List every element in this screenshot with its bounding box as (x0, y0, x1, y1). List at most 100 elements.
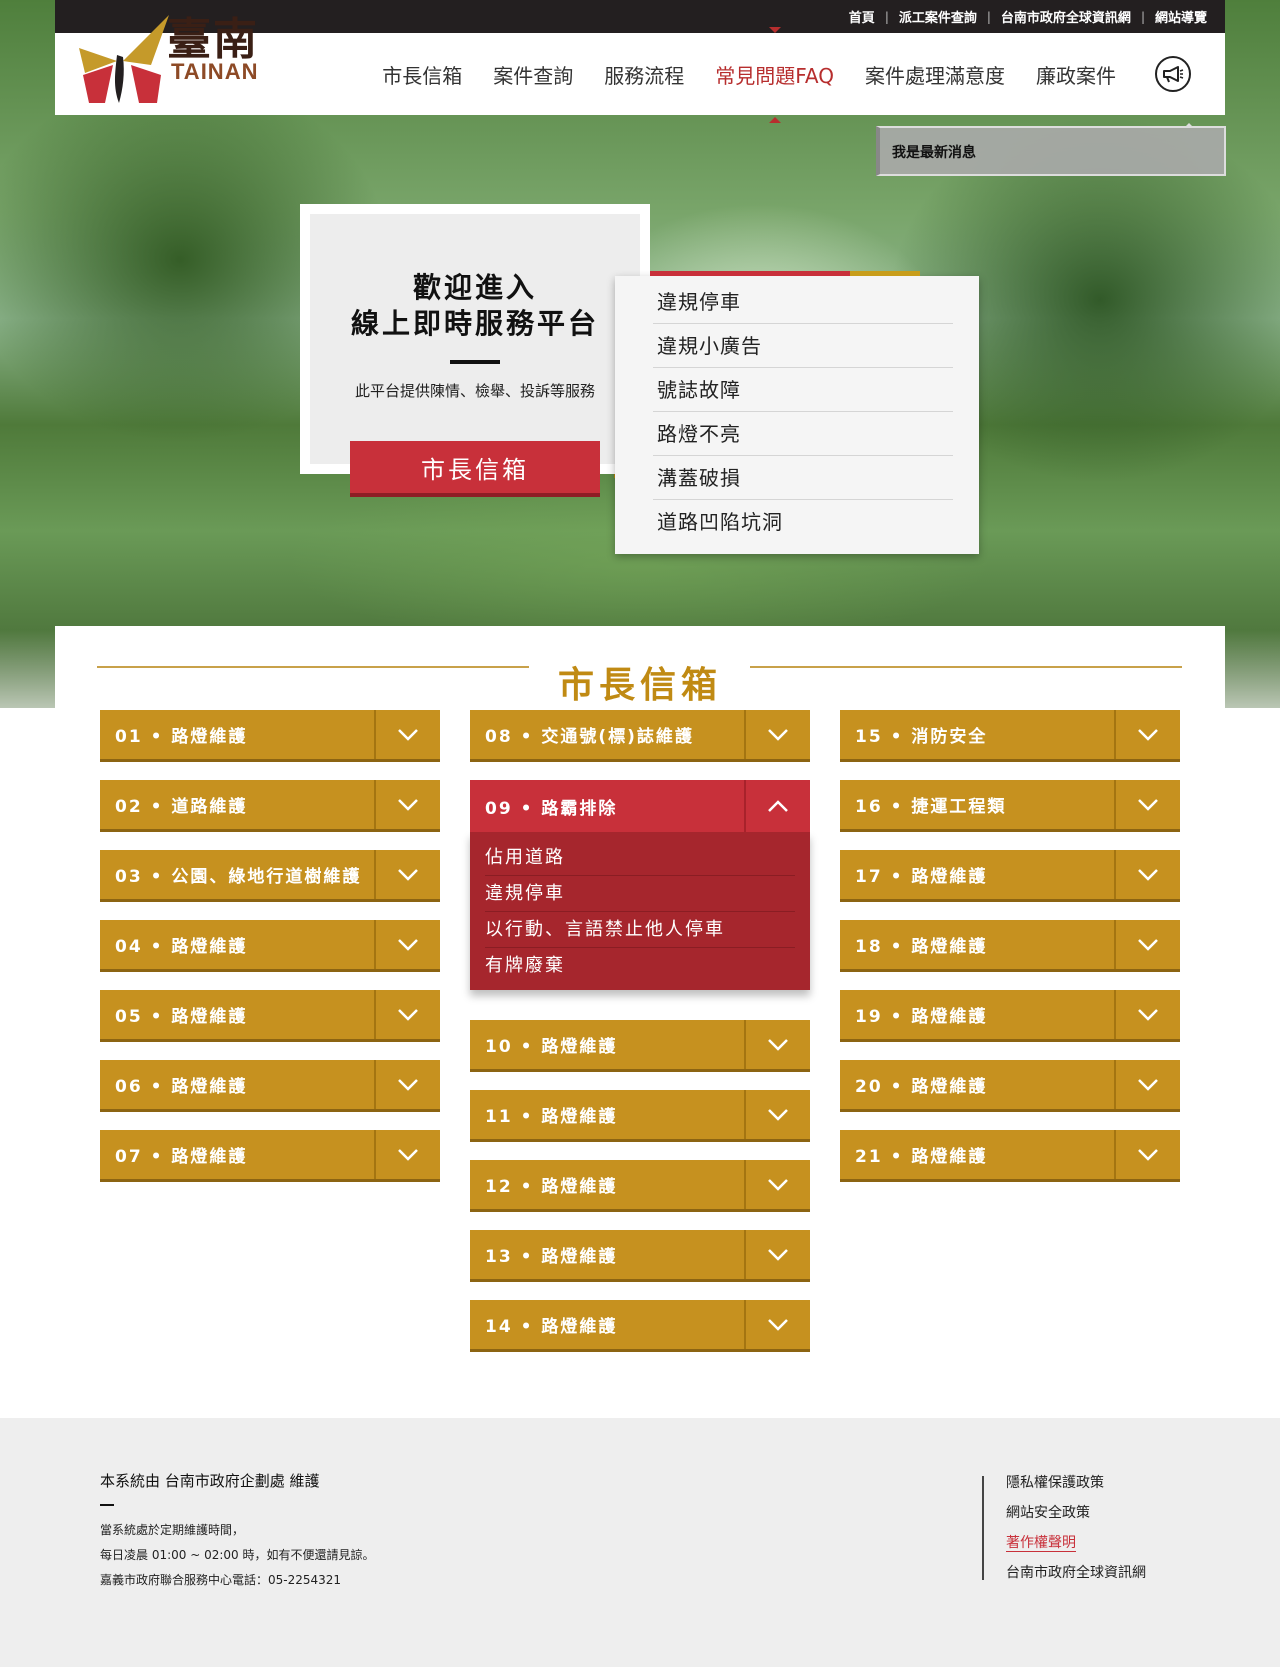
quick-links-panel: 違規停車 違規小廣告 號誌故障 路燈不亮 溝蓋破損 道路凹陷坑洞 (615, 276, 979, 554)
nav-item-integrity-cases[interactable]: 廉政案件 (1036, 60, 1116, 89)
category-label: 04 • 路燈維護 (115, 937, 248, 957)
chevron-down-icon[interactable] (374, 850, 440, 899)
category-label: 07 • 路燈維護 (115, 1147, 248, 1167)
category-accordion[interactable]: 13 • 路燈維護 (470, 1230, 810, 1282)
chevron-down-icon[interactable] (374, 990, 440, 1039)
category-accordion[interactable]: 09 • 路霸排除 (470, 780, 810, 832)
chevron-down-icon[interactable] (1114, 1130, 1180, 1179)
footer-link-privacy[interactable]: 隱私權保護政策 (1006, 1468, 1146, 1498)
category-accordion[interactable]: 06 • 路燈維護 (100, 1060, 440, 1112)
tainan-logo[interactable]: 臺南 TAINAN (69, 3, 259, 113)
nav-item-mayor-mailbox[interactable]: 市長信箱 (382, 60, 462, 89)
category-accordion[interactable]: 10 • 路燈維護 (470, 1020, 810, 1072)
submenu-item[interactable]: 佔用道路 (485, 840, 795, 876)
chevron-down-icon[interactable] (1114, 780, 1180, 829)
chevron-down-icon[interactable] (1114, 990, 1180, 1039)
chevron-down-icon[interactable] (374, 780, 440, 829)
page: 首頁 | 派工案件查詢 | 台南市政府全球資訊網 | 網站導覽 臺南 TAINA… (0, 0, 1280, 1667)
category-label: 12 • 路燈維護 (485, 1177, 618, 1197)
category-accordion[interactable]: 21 • 路燈維護 (840, 1130, 1180, 1182)
nav-item-faq[interactable]: 常見問題FAQ (715, 26, 834, 123)
topbar-link-sitemap[interactable]: 網站導覽 (1155, 7, 1207, 26)
category-accordion[interactable]: 05 • 路燈維護 (100, 990, 440, 1042)
site-header: 臺南 TAINAN 市長信箱 案件查詢 服務流程 常見問題FAQ 案件處理滿意度… (55, 14, 1225, 123)
category-label: 21 • 路燈維護 (855, 1147, 988, 1167)
quick-link[interactable]: 違規小廣告 (653, 324, 953, 368)
footer-link-copyright[interactable]: 著作權聲明 (1006, 1528, 1146, 1558)
category-accordion[interactable]: 16 • 捷運工程類 (840, 780, 1180, 832)
title-divider (450, 360, 500, 364)
category-label: 06 • 路燈維護 (115, 1077, 248, 1097)
site-footer: 本系統由 台南市政府企劃處 維護 當系統處於定期維護時間， 每日凌晨 01:00… (0, 1418, 1280, 1667)
category-accordion[interactable]: 19 • 路燈維護 (840, 990, 1180, 1042)
chevron-down-icon[interactable] (744, 1090, 810, 1139)
category-accordion[interactable]: 12 • 路燈維護 (470, 1160, 810, 1212)
category-accordion[interactable]: 01 • 路燈維護 (100, 710, 440, 762)
category-accordion[interactable]: 04 • 路燈維護 (100, 920, 440, 972)
category-accordion[interactable]: 08 • 交通號(標)誌維護 (470, 710, 810, 762)
category-label: 17 • 路燈維護 (855, 867, 988, 887)
latest-news-box[interactable]: 我是最新消息 (876, 123, 1226, 176)
topbar-link-dispatch[interactable]: 派工案件查詢 (899, 7, 977, 26)
footer-links: 隱私權保護政策 網站安全政策 著作權聲明 台南市政府全球資訊網 (1006, 1468, 1146, 1588)
logo-latin-text: TAINAN (171, 59, 259, 84)
chevron-down-icon[interactable] (744, 710, 810, 759)
chevron-down-icon[interactable] (1114, 920, 1180, 969)
quick-link[interactable]: 號誌故障 (653, 368, 953, 412)
footer-link-city-portal[interactable]: 台南市政府全球資訊網 (1006, 1558, 1146, 1588)
category-submenu: 佔用道路 違規停車 以行動、言語禁止他人停車 有牌廢棄 (470, 832, 810, 990)
category-label: 11 • 路燈維護 (485, 1107, 618, 1127)
chevron-down-icon[interactable] (374, 710, 440, 759)
chevron-down-icon[interactable] (374, 920, 440, 969)
category-label: 19 • 路燈維護 (855, 1007, 988, 1027)
category-label: 09 • 路霸排除 (485, 798, 618, 819)
category-label: 18 • 路燈維護 (855, 937, 988, 957)
submenu-item[interactable]: 有牌廢棄 (485, 948, 795, 984)
chevron-up-icon[interactable] (744, 780, 810, 832)
welcome-title-line2: 線上即時服務平台 (350, 307, 599, 340)
chevron-down-icon[interactable] (374, 1130, 440, 1179)
category-accordion[interactable]: 07 • 路燈維護 (100, 1130, 440, 1182)
welcome-title-line1: 歡迎進入 (412, 271, 537, 304)
category-accordion[interactable]: 02 • 道路維護 (100, 780, 440, 832)
submenu-item[interactable]: 違規停車 (485, 876, 795, 912)
nav-item-case-query[interactable]: 案件查詢 (493, 60, 573, 89)
chevron-down-icon[interactable] (1114, 710, 1180, 759)
category-accordion[interactable]: 03 • 公園、綠地行道樹維護 (100, 850, 440, 902)
main-nav: 市長信箱 案件查詢 服務流程 常見問題FAQ 案件處理滿意度 廉政案件 (382, 26, 1225, 123)
quick-link[interactable]: 路燈不亮 (653, 412, 953, 456)
category-accordion[interactable]: 14 • 路燈維護 (470, 1300, 810, 1352)
category-column-3: 15 • 消防安全 16 • 捷運工程類 17 • 路燈維護 18 • 路燈維護 19 … (840, 710, 1180, 1200)
category-label: 02 • 道路維護 (115, 797, 248, 817)
category-label: 15 • 消防安全 (855, 727, 988, 747)
chevron-down-icon[interactable] (1114, 850, 1180, 899)
nav-item-service-flow[interactable]: 服務流程 (604, 60, 684, 89)
chevron-down-icon[interactable] (374, 1060, 440, 1109)
quick-link[interactable]: 溝蓋破損 (653, 456, 953, 500)
mayor-mailbox-button[interactable]: 市長信箱 (350, 441, 600, 497)
category-accordion[interactable]: 11 • 路燈維護 (470, 1090, 810, 1142)
category-accordion[interactable]: 18 • 路燈維護 (840, 920, 1180, 972)
logo-han-text: 臺南 (167, 14, 259, 65)
quick-link[interactable]: 道路凹陷坑洞 (653, 500, 953, 544)
topbar-link-home[interactable]: 首頁 (849, 7, 875, 26)
chevron-down-icon[interactable] (744, 1300, 810, 1349)
chevron-down-icon[interactable] (744, 1020, 810, 1069)
footer-link-security[interactable]: 網站安全政策 (1006, 1498, 1146, 1528)
nav-item-satisfaction[interactable]: 案件處理滿意度 (865, 60, 1005, 89)
chevron-down-icon[interactable] (1114, 1060, 1180, 1109)
category-accordion[interactable]: 15 • 消防安全 (840, 710, 1180, 762)
topbar-link-city-portal[interactable]: 台南市政府全球資訊網 (1001, 7, 1131, 26)
category-label: 10 • 路燈維護 (485, 1037, 618, 1057)
submenu-item[interactable]: 以行動、言語禁止他人停車 (485, 912, 795, 948)
category-accordion[interactable]: 20 • 路燈維護 (840, 1060, 1180, 1112)
chevron-down-icon[interactable] (744, 1230, 810, 1279)
category-column-2: 08 • 交通號(標)誌維護 09 • 路霸排除佔用道路 違規停車 以行動、言語禁止他… (470, 710, 810, 1370)
butterfly-logo-icon (79, 15, 169, 103)
category-accordion[interactable]: 17 • 路燈維護 (840, 850, 1180, 902)
footer-maintainer: 本系統由 台南市政府企劃處 維護 (100, 1472, 320, 1490)
quick-link[interactable]: 違規停車 (653, 280, 953, 324)
category-label: 01 • 路燈維護 (115, 727, 248, 747)
megaphone-icon[interactable] (1155, 56, 1191, 92)
chevron-down-icon[interactable] (744, 1160, 810, 1209)
